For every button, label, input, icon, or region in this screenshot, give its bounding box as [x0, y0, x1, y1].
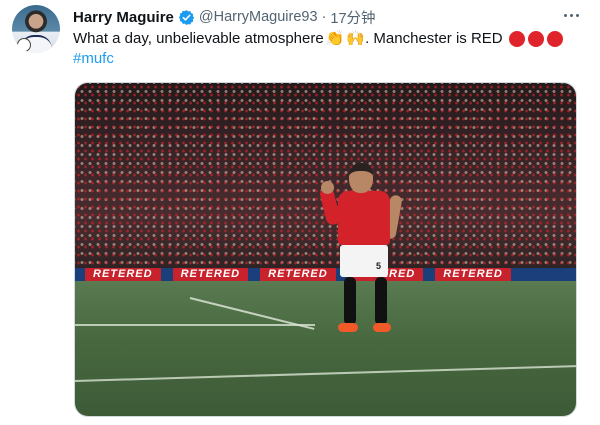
- tweet-header: Harry Maguire @HarryMaguire93 · 17分钟: [73, 6, 376, 28]
- tweet-text-line-2: #mufc: [73, 49, 588, 69]
- player-fist: [321, 181, 334, 194]
- player-number: 5: [376, 261, 382, 271]
- more-dot: [563, 13, 567, 17]
- tweet-card[interactable]: Harry Maguire @HarryMaguire93 · 17分钟 Wha…: [0, 0, 600, 425]
- tweet-text-part1: What a day, unbelievable atmosphere: [73, 30, 324, 47]
- red-circle-emoji: [546, 31, 563, 47]
- tweet-timestamp[interactable]: 17分钟: [330, 7, 375, 28]
- pitch-line: [75, 324, 315, 326]
- ad-board-text: RETERED: [85, 268, 161, 281]
- player-sock: [375, 277, 387, 325]
- tweet-media-photo[interactable]: RETERED RETERED RETERED RETERED RETERED …: [74, 82, 577, 417]
- clapping-hands-emoji: 👏: [325, 30, 345, 47]
- tweet-text-line-1: What a day, unbelievable atmosphere 👏 🙌 …: [73, 29, 588, 49]
- more-horizontal-icon[interactable]: [560, 6, 582, 24]
- ad-board-text: RETERED: [172, 268, 249, 281]
- raising-hands-emoji: 🙌: [346, 30, 366, 47]
- more-dot: [575, 13, 579, 17]
- player-boot: [373, 323, 391, 332]
- player-boot: [338, 323, 358, 332]
- hashtag-link[interactable]: #mufc: [73, 49, 114, 69]
- author-handle[interactable]: @HarryMaguire93: [199, 9, 318, 25]
- avatar[interactable]: [12, 5, 60, 53]
- avatar-ball: [17, 38, 31, 52]
- author-name[interactable]: Harry Maguire: [73, 9, 174, 26]
- red-circle-emoji: [527, 31, 544, 47]
- tweet-text-part2: . Manchester is RED: [365, 30, 503, 47]
- red-circle-emoji: [508, 31, 525, 47]
- verified-badge-icon: [178, 9, 195, 25]
- player-head: [349, 163, 373, 193]
- football-player: 5: [313, 163, 413, 363]
- player-shirt: [338, 191, 390, 245]
- separator-dot: ·: [321, 9, 327, 25]
- player-sock: [344, 277, 356, 325]
- more-dot: [569, 13, 573, 17]
- ad-board-text: RETERED: [435, 268, 511, 281]
- tweet-text: What a day, unbelievable atmosphere 👏 🙌 …: [73, 29, 588, 69]
